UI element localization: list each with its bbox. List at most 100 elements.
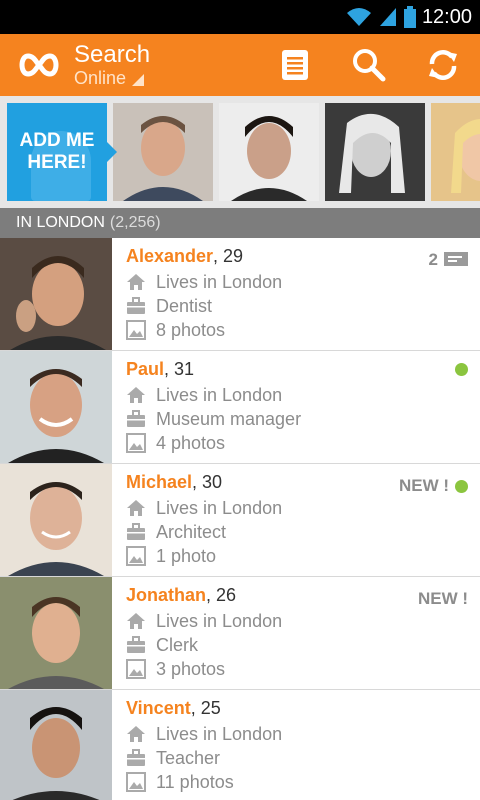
list-item[interactable]: Vincent, 25 Lives in London Teacher 11 p…: [0, 690, 480, 800]
photos-line: 3 photos: [126, 657, 282, 681]
profile-age: , 31: [164, 359, 195, 379]
photos-text: 1 photo: [156, 545, 217, 566]
photos-line: 8 photos: [126, 318, 282, 342]
filter-value: Online: [74, 67, 127, 88]
profile-photo[interactable]: [0, 351, 112, 463]
job-line: Architect: [126, 520, 282, 544]
name-line: Vincent, 25: [126, 698, 282, 722]
home-icon: [127, 613, 145, 629]
job-line: Clerk: [126, 633, 282, 657]
photos-line: 1 photo: [126, 544, 282, 568]
image-icon: [126, 546, 146, 566]
profile-age: , 25: [190, 698, 221, 718]
add-me-label: ADD ME HERE!: [20, 130, 95, 174]
job-line: Teacher: [126, 746, 282, 770]
profile-age: , 26: [206, 585, 237, 605]
search-button[interactable]: [350, 46, 388, 84]
signal-icon: [379, 8, 396, 26]
photos-text: 11 photos: [156, 771, 234, 792]
photos-line: 11 photos: [126, 770, 282, 794]
location-text: Lives in London: [156, 497, 283, 518]
location-line: Lives in London: [126, 609, 282, 633]
toolbar-actions: [276, 34, 462, 96]
profile-name: Michael: [126, 472, 193, 492]
status-badge: NEW !: [399, 476, 468, 496]
job-text: Dentist: [156, 295, 213, 316]
message-badge: 2: [429, 250, 468, 270]
profile-photo[interactable]: [0, 690, 112, 800]
battery-icon: [403, 6, 416, 28]
featured-strip: ADD ME HERE!: [0, 96, 480, 208]
wifi-icon: [346, 8, 371, 26]
photos-text: 8 photos: [156, 319, 226, 340]
online-dot-icon: [455, 363, 468, 376]
profile-photo[interactable]: [0, 577, 112, 689]
image-icon: [126, 659, 146, 679]
briefcase-icon: [127, 297, 145, 314]
profile-photo[interactable]: [0, 238, 112, 350]
featured-photo[interactable]: [113, 103, 213, 201]
list-item[interactable]: Alexander, 29 Lives in London Dentist 8 …: [0, 238, 480, 351]
refresh-button[interactable]: [424, 46, 462, 84]
add-me-line-1: ADD ME: [19, 130, 95, 151]
name-line: Jonathan, 26: [126, 585, 282, 609]
profile-age: , 30: [192, 472, 223, 492]
featured-photo[interactable]: [219, 103, 319, 201]
profile-age: , 29: [213, 246, 244, 266]
profile-info: Michael, 30 Lives in London Architect 1 …: [112, 464, 282, 576]
job-text: Teacher: [156, 747, 221, 768]
page-title: Search: [74, 40, 151, 68]
location-line: Lives in London: [126, 270, 282, 294]
status-badge: [455, 363, 468, 376]
location-text: Lives in London: [156, 271, 283, 292]
list-item[interactable]: Michael, 30 Lives in London Architect 1 …: [0, 464, 480, 577]
location-text: Lives in London: [156, 723, 283, 744]
online-dot-icon: [455, 479, 468, 493]
name-line: Alexander, 29: [126, 246, 282, 270]
add-me-here-button[interactable]: ADD ME HERE!: [7, 103, 117, 201]
message-count: 2: [428, 250, 438, 269]
section-count: (2,256): [109, 214, 161, 231]
profile-name: Vincent: [126, 698, 191, 718]
featured-photo[interactable]: [325, 103, 425, 201]
home-icon: [127, 726, 145, 742]
search-icon: [353, 49, 386, 82]
profile-name: Jonathan: [126, 585, 207, 605]
job-text: Clerk: [156, 634, 199, 655]
profile-info: Jonathan, 26 Lives in London Clerk 3 pho…: [112, 577, 282, 689]
home-icon: [127, 387, 145, 403]
briefcase-icon: [127, 636, 145, 653]
location-line: Lives in London: [126, 722, 282, 746]
profile-info: Paul, 31 Lives in London Museum manager …: [112, 351, 301, 463]
home-icon: [127, 500, 145, 516]
location-line: Lives in London: [126, 496, 282, 520]
briefcase-icon: [127, 749, 145, 766]
home-icon: [127, 274, 145, 290]
people-list: Alexander, 29 Lives in London Dentist 8 …: [0, 238, 480, 800]
briefcase-icon: [127, 523, 145, 540]
app-logo-icon[interactable]: [16, 50, 62, 80]
image-icon: [126, 320, 146, 340]
job-text: Museum manager: [156, 408, 302, 429]
briefcase-icon: [127, 410, 145, 427]
profile-name: Alexander: [126, 246, 214, 266]
job-line: Museum manager: [126, 407, 301, 431]
image-icon: [126, 772, 146, 792]
clock: 12:00: [421, 5, 472, 28]
list-item[interactable]: Paul, 31 Lives in London Museum manager …: [0, 351, 480, 464]
profile-photo[interactable]: [0, 464, 112, 576]
search-filter[interactable]: Search Online: [74, 40, 151, 89]
photos-text: 4 photos: [156, 432, 226, 453]
filter-dropdown[interactable]: Online: [74, 68, 150, 89]
photos-line: 4 photos: [126, 431, 301, 455]
status-badge: NEW !: [418, 589, 468, 609]
image-icon: [126, 433, 146, 453]
dropdown-triangle-icon: [132, 74, 145, 86]
name-line: Michael, 30: [126, 472, 282, 496]
list-item[interactable]: Jonathan, 26 Lives in London Clerk 3 pho…: [0, 577, 480, 690]
message-icon: [444, 252, 468, 266]
list-view-button[interactable]: [276, 46, 314, 84]
photos-text: 3 photos: [156, 658, 226, 679]
new-label: NEW !: [417, 589, 468, 608]
featured-photo[interactable]: [431, 103, 480, 201]
